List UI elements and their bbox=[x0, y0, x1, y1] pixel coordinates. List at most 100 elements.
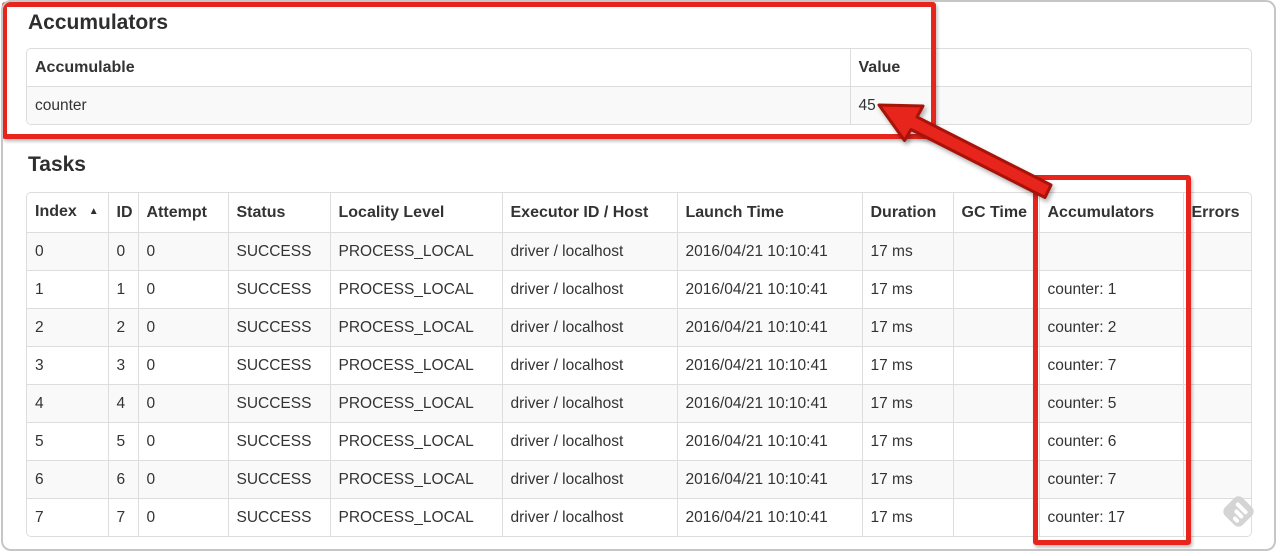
accumulators-header-row: Accumulable Value bbox=[27, 49, 1251, 87]
cell-accumulators: counter: 5 bbox=[1038, 384, 1183, 423]
column-header-id[interactable]: ID bbox=[107, 193, 138, 233]
cell-index: 6 bbox=[27, 460, 108, 499]
cell-locality-level: PROCESS_LOCAL bbox=[329, 498, 502, 536]
cell-locality-level: PROCESS_LOCAL bbox=[329, 384, 502, 423]
cell-gc-time bbox=[952, 346, 1039, 385]
cell-index: 2 bbox=[27, 308, 108, 347]
cell-duration: 17 ms bbox=[861, 498, 953, 536]
tasks-header-row: Index ▲ ID Attempt Status Locality Level … bbox=[27, 193, 1251, 233]
column-header-locality-level[interactable]: Locality Level bbox=[329, 193, 502, 233]
cell-accumulators: counter: 17 bbox=[1038, 498, 1183, 536]
cell-attempt: 0 bbox=[137, 346, 228, 385]
cell-executor: driver / localhost bbox=[501, 422, 677, 461]
cell-launch-time: 2016/04/21 10:10:41 bbox=[676, 346, 862, 385]
cell-accumulators: counter: 6 bbox=[1038, 422, 1183, 461]
table-row: counter 45 bbox=[27, 86, 1251, 124]
cell-id: 1 bbox=[107, 270, 138, 309]
sort-ascending-icon: ▲ bbox=[88, 206, 99, 217]
cell-locality-level: PROCESS_LOCAL bbox=[329, 270, 502, 309]
cell-launch-time: 2016/04/21 10:10:41 bbox=[676, 498, 862, 536]
column-header-accumulators[interactable]: Accumulators bbox=[1038, 193, 1183, 233]
column-header-status[interactable]: Status bbox=[227, 193, 330, 233]
accumulators-table: Accumulable Value counter 45 bbox=[26, 48, 1252, 125]
cell-executor: driver / localhost bbox=[501, 346, 677, 385]
cell-locality-level: PROCESS_LOCAL bbox=[329, 422, 502, 461]
cell-id: 2 bbox=[107, 308, 138, 347]
cell-attempt: 0 bbox=[137, 308, 228, 347]
cell-id: 0 bbox=[107, 232, 138, 271]
cell-launch-time: 2016/04/21 10:10:41 bbox=[676, 384, 862, 423]
cell-attempt: 0 bbox=[137, 498, 228, 536]
cell-gc-time bbox=[952, 498, 1039, 536]
cell-id: 4 bbox=[107, 384, 138, 423]
cell-launch-time: 2016/04/21 10:10:41 bbox=[676, 308, 862, 347]
cell-index: 3 bbox=[27, 346, 108, 385]
tasks-section-title: Tasks bbox=[28, 153, 86, 176]
table-row: 3 3 0 SUCCESS PROCESS_LOCAL driver / loc… bbox=[27, 346, 1251, 385]
column-header-executor-id-host[interactable]: Executor ID / Host bbox=[501, 193, 677, 233]
cell-gc-time bbox=[952, 308, 1039, 347]
cell-launch-time: 2016/04/21 10:10:41 bbox=[676, 422, 862, 461]
page-content: Accumulators Accumulable Value counter 4… bbox=[26, 11, 1252, 537]
cell-executor: driver / localhost bbox=[501, 384, 677, 423]
column-header-accumulable: Accumulable bbox=[35, 59, 135, 76]
cell-id: 6 bbox=[107, 460, 138, 499]
cell-gc-time bbox=[952, 384, 1039, 423]
accumulators-section-title: Accumulators bbox=[28, 11, 169, 34]
cell-gc-time bbox=[952, 270, 1039, 309]
tasks-table: Index ▲ ID Attempt Status Locality Level … bbox=[26, 192, 1252, 537]
cell-index: 7 bbox=[27, 498, 108, 536]
table-row: 1 1 0 SUCCESS PROCESS_LOCAL driver / loc… bbox=[27, 270, 1251, 309]
cell-errors bbox=[1182, 346, 1251, 385]
column-header-launch-time[interactable]: Launch Time bbox=[676, 193, 862, 233]
table-row: 4 4 0 SUCCESS PROCESS_LOCAL driver / loc… bbox=[27, 384, 1251, 423]
cell-locality-level: PROCESS_LOCAL bbox=[329, 460, 502, 499]
cell-id: 3 bbox=[107, 346, 138, 385]
cell-id: 5 bbox=[107, 422, 138, 461]
cell-errors bbox=[1182, 460, 1251, 499]
cell-duration: 17 ms bbox=[861, 308, 953, 347]
table-row: 2 2 0 SUCCESS PROCESS_LOCAL driver / loc… bbox=[27, 308, 1251, 347]
cell-duration: 17 ms bbox=[861, 460, 953, 499]
cell-index: 0 bbox=[27, 232, 108, 271]
cell-accumulable: counter bbox=[27, 86, 850, 124]
cell-attempt: 0 bbox=[137, 422, 228, 461]
column-header-index[interactable]: Index ▲ bbox=[27, 193, 108, 233]
cell-errors bbox=[1182, 384, 1251, 423]
cell-executor: driver / localhost bbox=[501, 232, 677, 271]
cell-locality-level: PROCESS_LOCAL bbox=[329, 232, 502, 271]
column-header-attempt[interactable]: Attempt bbox=[137, 193, 228, 233]
cell-duration: 17 ms bbox=[861, 232, 953, 271]
cell-locality-level: PROCESS_LOCAL bbox=[329, 346, 502, 385]
cell-value: 45 bbox=[849, 86, 1251, 124]
cell-status: SUCCESS bbox=[227, 384, 330, 423]
cell-accumulators: counter: 2 bbox=[1038, 308, 1183, 347]
cell-gc-time bbox=[952, 422, 1039, 461]
cell-executor: driver / localhost bbox=[501, 308, 677, 347]
cell-duration: 17 ms bbox=[861, 422, 953, 461]
cell-launch-time: 2016/04/21 10:10:41 bbox=[676, 460, 862, 499]
cell-gc-time bbox=[952, 232, 1039, 271]
column-header-gc-time[interactable]: GC Time bbox=[952, 193, 1039, 233]
cell-status: SUCCESS bbox=[227, 308, 330, 347]
cell-id: 7 bbox=[107, 498, 138, 536]
cell-attempt: 0 bbox=[137, 232, 228, 271]
column-header-errors[interactable]: Errors bbox=[1182, 193, 1251, 233]
cell-index: 5 bbox=[27, 422, 108, 461]
cell-index: 4 bbox=[27, 384, 108, 423]
cell-status: SUCCESS bbox=[227, 422, 330, 461]
column-header-duration[interactable]: Duration bbox=[861, 193, 953, 233]
table-row: 5 5 0 SUCCESS PROCESS_LOCAL driver / loc… bbox=[27, 422, 1251, 461]
cell-accumulators bbox=[1038, 232, 1183, 271]
cell-duration: 17 ms bbox=[861, 346, 953, 385]
table-row: 6 6 0 SUCCESS PROCESS_LOCAL driver / loc… bbox=[27, 460, 1251, 499]
cell-status: SUCCESS bbox=[227, 232, 330, 271]
cell-locality-level: PROCESS_LOCAL bbox=[329, 308, 502, 347]
cell-launch-time: 2016/04/21 10:10:41 bbox=[676, 232, 862, 271]
cell-errors bbox=[1182, 422, 1251, 461]
cell-gc-time bbox=[952, 460, 1039, 499]
cell-errors bbox=[1182, 308, 1251, 347]
cell-accumulators: counter: 7 bbox=[1038, 460, 1183, 499]
column-header-index-label: Index bbox=[35, 203, 77, 220]
cell-status: SUCCESS bbox=[227, 270, 330, 309]
